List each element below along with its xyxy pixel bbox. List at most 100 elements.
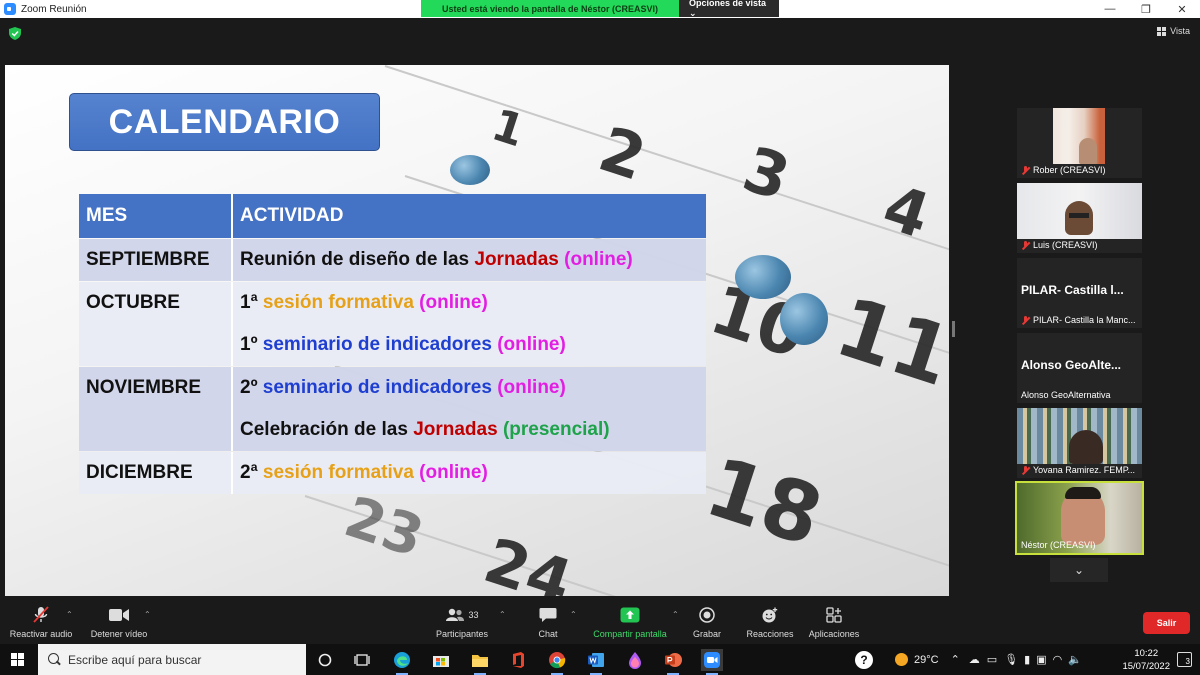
- clock-date: 15/07/2022: [1122, 661, 1170, 672]
- encryption-shield-icon[interactable]: [9, 27, 21, 40]
- table-row: OCTUBRE 1ª sesión formativa (online) 1º se…: [79, 282, 706, 366]
- activity-text-segment: Jornadas: [413, 419, 498, 440]
- participant-video: [1065, 201, 1093, 235]
- stop-video-button[interactable]: Detener vídeo: [88, 606, 150, 639]
- edge-browser-icon[interactable]: [391, 649, 413, 675]
- calendar-number: 23: [336, 484, 432, 571]
- participant-name: Néstor (CREASVI): [1021, 540, 1096, 550]
- system-clock[interactable]: 10:22 15/07/2022: [1122, 647, 1170, 673]
- help-icon[interactable]: ?: [855, 650, 873, 669]
- unmute-button[interactable]: Reactivar audio: [8, 606, 74, 639]
- notifications-button[interactable]: 3: [1177, 652, 1192, 667]
- monitor-icon[interactable]: ▭: [987, 653, 997, 666]
- close-button[interactable]: ✕: [1164, 0, 1200, 18]
- share-options-caret[interactable]: ⌃: [672, 610, 679, 619]
- zoom-taskbar-icon[interactable]: [701, 649, 723, 675]
- activity-text-segment: (presencial): [497, 419, 610, 440]
- mic-muted-icon: [1021, 315, 1030, 325]
- activity-line: Reunión de diseño de las Jornadas (onlin…: [240, 239, 706, 281]
- minimize-button[interactable]: —: [1092, 0, 1128, 18]
- apps-icon: [826, 606, 842, 624]
- participants-button[interactable]: 33 Participantes: [434, 606, 490, 639]
- task-view-icon[interactable]: [351, 649, 373, 671]
- chat-options-caret[interactable]: ⌃: [570, 610, 577, 619]
- file-explorer-icon[interactable]: [469, 649, 491, 675]
- maximize-button[interactable]: ❐: [1128, 0, 1164, 18]
- activity-text-segment: (online): [491, 334, 566, 355]
- calendar-number: 18: [695, 439, 834, 566]
- powerpoint-icon[interactable]: [662, 649, 684, 675]
- window-title: Zoom Reunión: [21, 3, 87, 15]
- record-button[interactable]: Grabar: [690, 606, 724, 639]
- microphone-icon[interactable]: 🎙: [1004, 653, 1018, 666]
- participant-tile[interactable]: PILAR- Castilla l... PILAR- Castilla la …: [1017, 258, 1142, 328]
- table-row: SEPTIEMBRE Reunión de diseño de las Jorna…: [79, 239, 706, 281]
- activity-text-segment: (online): [413, 292, 488, 313]
- view-button[interactable]: Vista: [1157, 26, 1190, 36]
- table-header-row: MES ACTIVIDAD: [79, 194, 706, 238]
- weather-temperature[interactable]: 29°C: [914, 654, 939, 666]
- apps-button[interactable]: Aplicaciones: [808, 606, 860, 639]
- paint-3d-icon[interactable]: [624, 649, 646, 671]
- participant-name: Alonso GeoAlternativa: [1021, 390, 1111, 400]
- weather-sun-icon: [895, 653, 908, 666]
- activity-line: 1ª sesión formativa (online): [240, 282, 706, 324]
- participant-display-name: PILAR- Castilla l...: [1021, 283, 1124, 297]
- view-options-button[interactable]: Opciones de vista ⌄: [679, 0, 779, 18]
- activity-text-segment: (online): [491, 377, 566, 398]
- taskbar-search-box[interactable]: Escribe aquí para buscar: [38, 644, 306, 675]
- participants-scroll-down-button[interactable]: ⌄: [1050, 558, 1108, 582]
- windows-start-icon[interactable]: [11, 653, 24, 666]
- slide-title: CALENDARIO: [69, 93, 380, 151]
- leave-meeting-button[interactable]: Salir: [1143, 612, 1190, 634]
- video-camera-icon: [109, 606, 129, 624]
- chat-button[interactable]: Chat: [536, 606, 560, 639]
- tray-chevron-up-icon[interactable]: ⌃: [951, 653, 960, 666]
- calendar-number: 4: [874, 170, 939, 253]
- month-label: SEPTIEMBRE: [86, 249, 210, 270]
- audio-options-caret[interactable]: ⌃: [66, 610, 73, 619]
- reactions-button[interactable]: Reacciones: [746, 606, 794, 639]
- activity-text-segment: sesión formativa: [262, 462, 414, 483]
- participant-display-name: Alonso GeoAlte...: [1021, 358, 1122, 372]
- volume-icon[interactable]: 🔈: [1068, 653, 1082, 666]
- participant-tile[interactable]: Alonso GeoAlte... Alonso GeoAlternativa: [1017, 333, 1142, 403]
- smiley-add-icon: [761, 606, 779, 624]
- office-icon[interactable]: [507, 649, 529, 671]
- participant-name: Rober (CREASVI): [1021, 165, 1106, 175]
- participant-video: [1069, 213, 1089, 218]
- participant-tile[interactable]: Luis (CREASVI): [1017, 183, 1142, 253]
- mic-muted-icon: [1021, 165, 1030, 175]
- month-label: DICIEMBRE: [86, 462, 193, 483]
- share-screen-button[interactable]: Compartir pantalla: [590, 606, 670, 639]
- onedrive-cloud-icon[interactable]: ☁: [969, 653, 980, 666]
- chrome-browser-icon[interactable]: [546, 649, 568, 675]
- clock-time: 10:22: [1134, 648, 1159, 659]
- participant-tile[interactable]: Rober (CREASVI): [1017, 108, 1142, 178]
- month-cell: NOVIEMBRE: [79, 367, 233, 451]
- battery-icon[interactable]: ▮: [1024, 653, 1030, 666]
- zoom-app-icon: [4, 3, 16, 15]
- panel-resize-handle[interactable]: [952, 321, 955, 337]
- activity-text-segment: (online): [413, 462, 488, 483]
- video-options-caret[interactable]: ⌃: [144, 610, 151, 619]
- microsoft-store-icon[interactable]: [430, 649, 452, 671]
- word-icon[interactable]: [585, 649, 607, 675]
- wifi-icon[interactable]: ◠: [1053, 653, 1063, 666]
- mic-muted-icon: [1021, 465, 1030, 475]
- mic-muted-icon: [33, 606, 49, 624]
- activity-text-segment: 1ª: [240, 292, 263, 313]
- system-tray: ? 29°C ⌃ ☁ ▭ 🎙 ▮ ▣ ◠ 🔈: [855, 644, 1082, 675]
- participant-tile-active-speaker[interactable]: Néstor (CREASVI): [1015, 481, 1144, 555]
- month-cell: SEPTIEMBRE: [79, 239, 233, 281]
- month-label: NOVIEMBRE: [86, 377, 202, 398]
- table-row: DICIEMBRE 2ª sesión formativa (online): [79, 452, 706, 494]
- table-row: NOVIEMBRE 2º seminario de indicadores (on…: [79, 367, 706, 451]
- participants-options-caret[interactable]: ⌃: [499, 610, 506, 619]
- participants-count: 33: [468, 610, 479, 620]
- column-header-activity: ACTIVIDAD: [233, 194, 706, 238]
- windows-taskbar: Escribe aquí para buscar ? 29°C ⌃ ☁ ▭ 🎙 …: [0, 644, 1200, 675]
- cortana-icon[interactable]: [314, 649, 336, 671]
- screen-icon[interactable]: ▣: [1036, 653, 1046, 666]
- participant-tile[interactable]: Yovana Ramirez. FEMP...: [1017, 408, 1142, 478]
